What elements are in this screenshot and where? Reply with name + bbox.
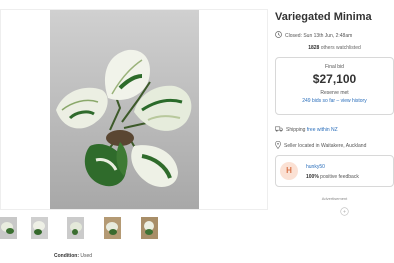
truck-icon [275,126,283,134]
watchers-number: 1828 [308,45,320,51]
shipping-text: Shipping [286,127,307,133]
condition-label: Condition: [54,253,79,259]
condition-row: Condition: Used [54,253,92,259]
reserve-status: Reserve met [320,90,349,96]
location-text: Seller located in Waitakere, Auckland [284,143,367,149]
thumbnail-strip [0,217,170,241]
thumbnail-5[interactable] [141,217,158,239]
plant-photo[interactable] [50,10,199,209]
seller-avatar[interactable]: H [280,162,298,180]
shipping-free-link[interactable]: free within NZ [307,127,338,133]
seller-name-link[interactable]: hunky50 [306,164,325,170]
feedback-percent: 100% [306,174,319,180]
final-bid-label: Final bid [325,64,344,70]
bid-panel: Final bid $27,100 Reserve met 249 bids s… [275,57,394,115]
thumbnail-1[interactable] [0,217,17,239]
thumbnail-2[interactable] [31,217,48,239]
watchlist-count: 1828 others watchlisted [275,45,394,51]
clock-icon [275,31,282,40]
location-pin-icon [275,140,281,151]
main-image-frame[interactable] [0,9,268,210]
closed-time-row: Closed: Sun 13th Jun, 2:48am [275,31,352,40]
seller-card: H hunky50 100% positive feedback [275,155,394,187]
thumbnail-4[interactable] [104,217,121,239]
advertisement-label: Advertisement [321,196,348,201]
final-bid-amount: $27,100 [312,72,357,86]
shipping-row: Shipping free within NZ [275,126,338,134]
location-row: Seller located in Waitakere, Auckland [275,140,367,151]
feedback-text: positive feedback [318,174,359,180]
thumbnail-3[interactable] [67,217,84,239]
watchers-text: others watchlisted [319,45,361,51]
bid-history-link[interactable]: 249 bids so far – view history [276,98,393,104]
listing-title: Variegated Minima [275,11,372,23]
seller-feedback: 100% positive feedback [306,174,359,180]
closed-time-text: Closed: Sun 13th Jun, 2:48am [285,32,353,39]
ad-choices-icon[interactable] [340,203,349,221]
condition-value: Used [80,253,93,259]
